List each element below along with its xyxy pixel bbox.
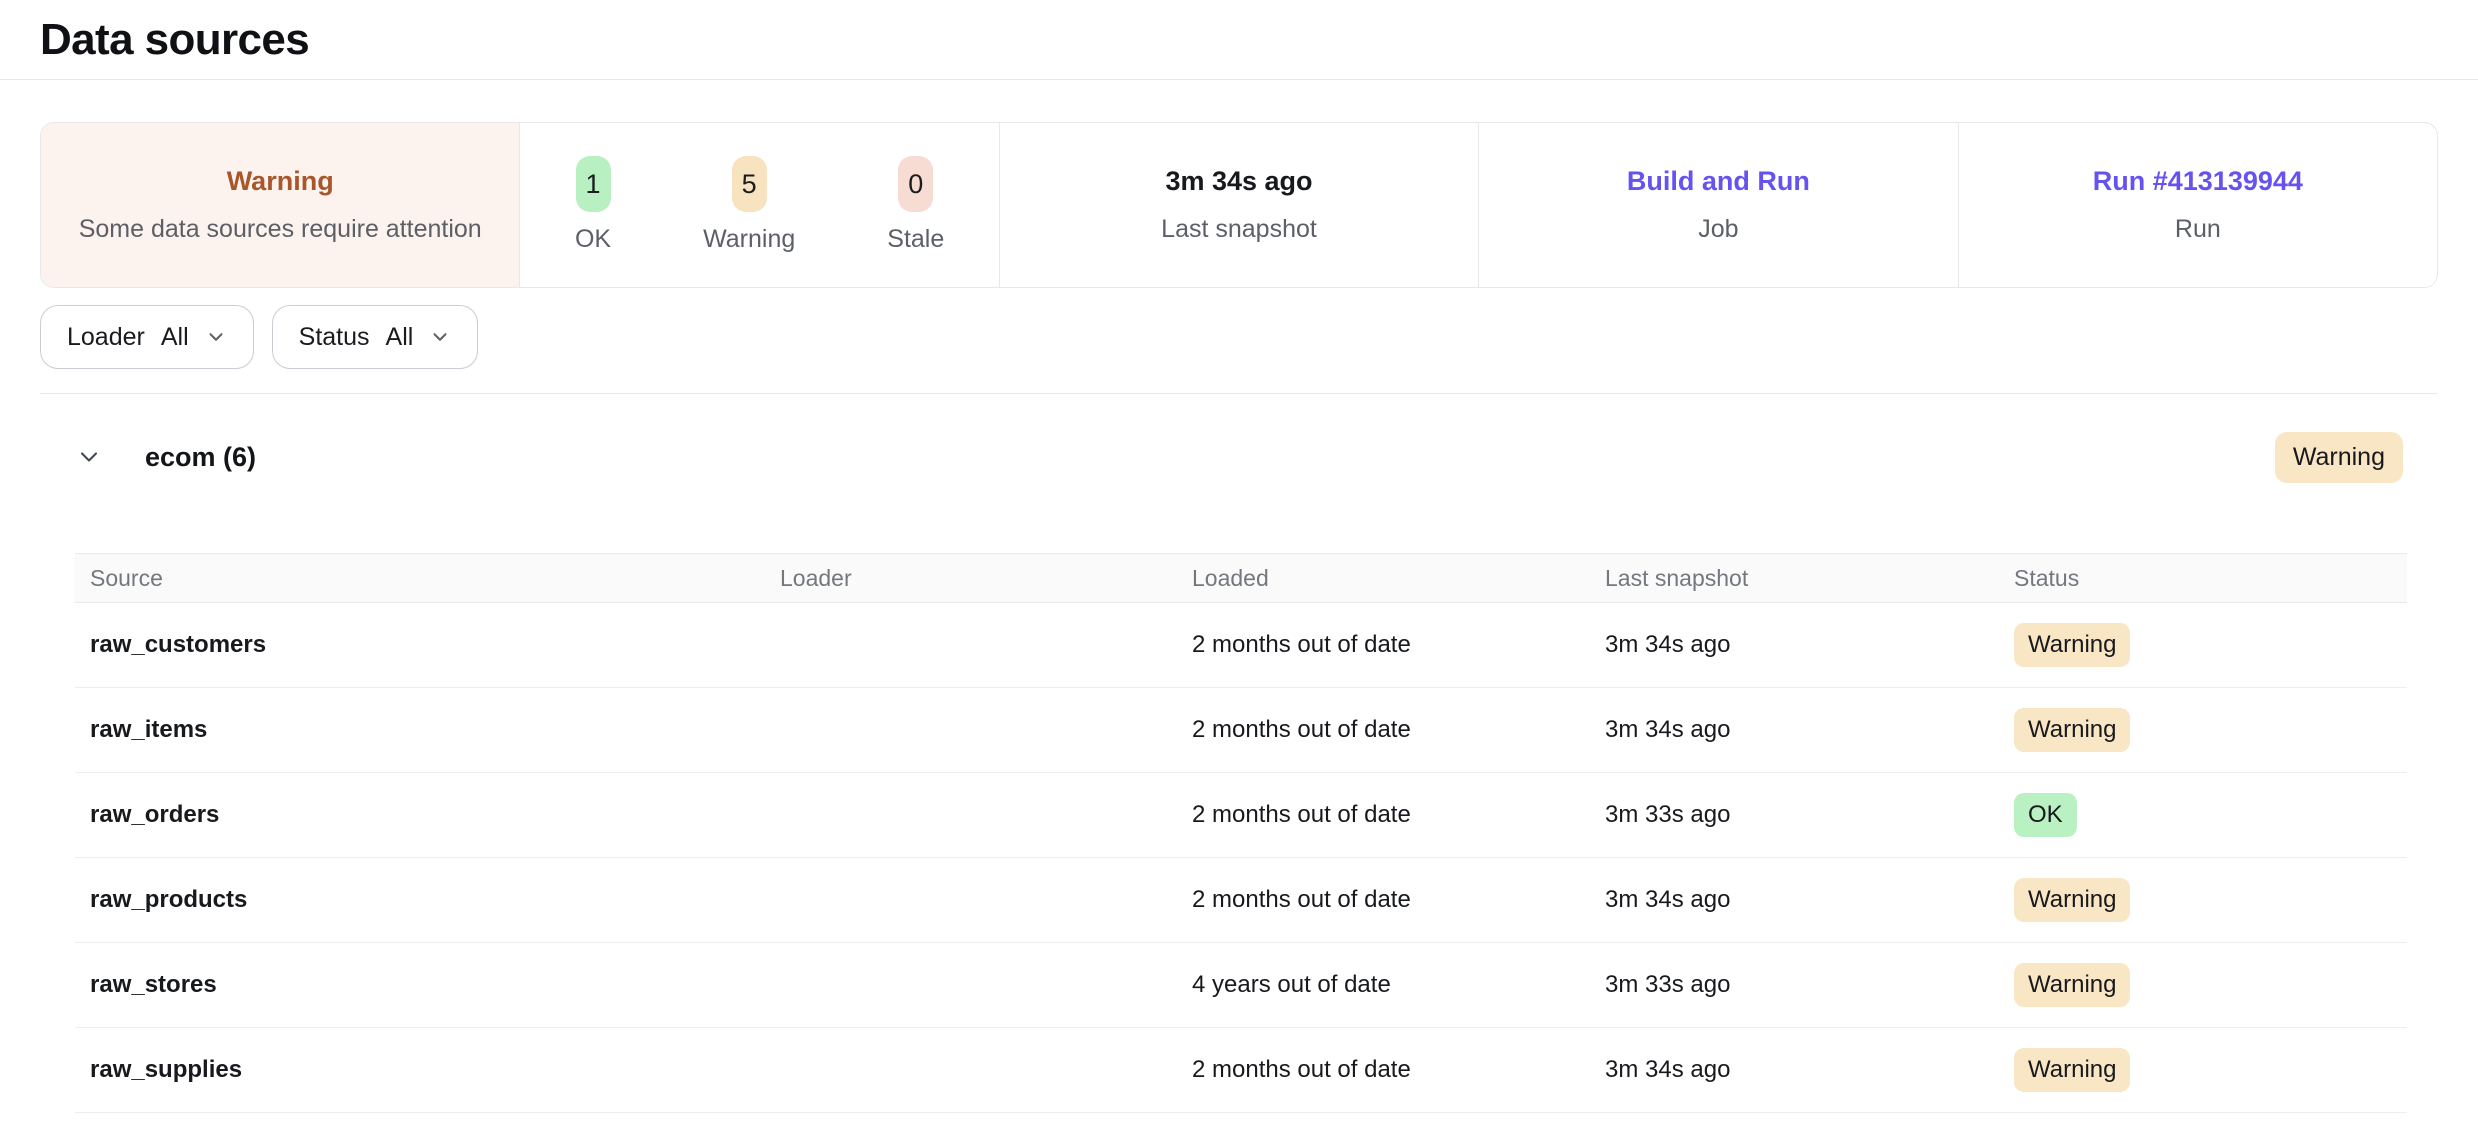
- status-cell: Warning: [1999, 963, 2407, 1007]
- status-counts: 1 OK 5 Warning 0 Stale: [575, 156, 944, 254]
- overall-status-value: Warning: [227, 166, 334, 197]
- count-pill: 1: [576, 156, 611, 212]
- table-row: raw_orders 2 months out of date3m 33s ago…: [75, 773, 2407, 858]
- overall-status-card: Warning Some data sources require attent…: [41, 123, 519, 287]
- column-header-status: Status: [1999, 565, 2407, 592]
- column-header-loader: Loader: [765, 565, 1177, 592]
- status-cell: Warning: [1999, 708, 2407, 752]
- run-link[interactable]: Run #413139944: [2093, 166, 2303, 197]
- status-badge: OK: [2014, 793, 2077, 837]
- count-pill: 0: [898, 156, 933, 212]
- status-badge: Warning: [2014, 623, 2130, 667]
- source-table-body: raw_customers2 months out of date3m 34s …: [75, 603, 2407, 1113]
- group-header-ecom[interactable]: ecom (6) Warning: [75, 424, 2403, 490]
- status-badge: Warning: [2014, 963, 2130, 1007]
- table-row: raw_supplies 2 months out of date3m 34s a…: [75, 1028, 2407, 1113]
- status-cell: Warning: [1999, 1048, 2407, 1092]
- source-cell: raw_items: [75, 716, 765, 744]
- status-cell: OK: [1999, 793, 2407, 837]
- loaded-cell: 2 months out of date: [1177, 716, 1590, 744]
- table-row: raw_customers 2 months out of date3m 34s …: [75, 603, 2407, 688]
- overall-status-label: Some data sources require attention: [79, 215, 482, 244]
- column-header-loaded: Loaded: [1177, 565, 1590, 592]
- chevron-down-icon: [205, 326, 227, 348]
- source-cell: raw_customers: [75, 631, 765, 659]
- count-ok: 1 OK: [575, 156, 611, 254]
- loader-filter-label: Loader: [67, 323, 145, 352]
- status-filter-value: All: [386, 323, 414, 352]
- last-snapshot-cell: 3m 34s ago: [1590, 716, 1999, 744]
- chevron-down-icon: [75, 443, 103, 471]
- status-badge: Warning: [2014, 1048, 2130, 1092]
- source-cell: raw_supplies: [75, 1056, 765, 1084]
- source-table-header: Source Loader Loaded Last snapshot Statu…: [75, 553, 2407, 603]
- status-badge: Warning: [2014, 878, 2130, 922]
- last-snapshot-cell: 3m 34s ago: [1590, 886, 1999, 914]
- loaded-cell: 4 years out of date: [1177, 971, 1590, 999]
- group-title: ecom (6): [145, 442, 256, 473]
- count-label: Warning: [703, 225, 795, 254]
- source-cell: raw_orders: [75, 801, 765, 829]
- source-table: Source Loader Loaded Last snapshot Statu…: [75, 553, 2407, 1113]
- column-header-last-snapshot: Last snapshot: [1590, 565, 1999, 592]
- run-card: Run #413139944 Run: [1958, 123, 2437, 287]
- loaded-cell: 2 months out of date: [1177, 801, 1590, 829]
- job-link[interactable]: Build and Run: [1627, 166, 1810, 197]
- last-snapshot-value: 3m 34s ago: [1165, 166, 1312, 197]
- filter-bar: Loader All Status All: [40, 305, 2438, 369]
- count-pill: 5: [732, 156, 767, 212]
- table-row: raw_stores 4 years out of date3m 33s ago W…: [75, 943, 2407, 1028]
- loader-filter-value: All: [161, 323, 189, 352]
- count-label: OK: [575, 225, 611, 254]
- status-cell: Warning: [1999, 878, 2407, 922]
- source-cell: raw_stores: [75, 971, 765, 999]
- job-card: Build and Run Job: [1478, 123, 1957, 287]
- last-snapshot-label: Last snapshot: [1161, 215, 1317, 244]
- page-header: Data sources: [0, 0, 2478, 80]
- group-status-badge: Warning: [2275, 432, 2403, 483]
- loaded-cell: 2 months out of date: [1177, 631, 1590, 659]
- last-snapshot-cell: 3m 33s ago: [1590, 801, 1999, 829]
- run-label: Run: [2175, 215, 2221, 244]
- last-snapshot-cell: 3m 34s ago: [1590, 1056, 1999, 1084]
- loaded-cell: 2 months out of date: [1177, 1056, 1590, 1084]
- section-divider: [40, 393, 2438, 394]
- last-snapshot-cell: 3m 34s ago: [1590, 631, 1999, 659]
- status-counts-card: 1 OK 5 Warning 0 Stale: [519, 123, 998, 287]
- summary-cards: Warning Some data sources require attent…: [40, 122, 2438, 288]
- page-title: Data sources: [40, 15, 309, 65]
- count-label: Stale: [887, 225, 944, 254]
- loader-filter-dropdown[interactable]: Loader All: [40, 305, 254, 369]
- chevron-down-icon: [429, 326, 451, 348]
- count-stale: 0 Stale: [887, 156, 944, 254]
- last-snapshot-cell: 3m 33s ago: [1590, 971, 1999, 999]
- table-row: raw_items 2 months out of date3m 34s ago W…: [75, 688, 2407, 773]
- table-row: raw_products 2 months out of date3m 34s a…: [75, 858, 2407, 943]
- column-header-source: Source: [75, 565, 765, 592]
- status-filter-dropdown[interactable]: Status All: [272, 305, 479, 369]
- count-warning: 5 Warning: [703, 156, 795, 254]
- source-cell: raw_products: [75, 886, 765, 914]
- last-snapshot-card: 3m 34s ago Last snapshot: [999, 123, 1478, 287]
- loaded-cell: 2 months out of date: [1177, 886, 1590, 914]
- job-label: Job: [1698, 215, 1738, 244]
- status-filter-label: Status: [299, 323, 370, 352]
- status-badge: Warning: [2014, 708, 2130, 752]
- status-cell: Warning: [1999, 623, 2407, 667]
